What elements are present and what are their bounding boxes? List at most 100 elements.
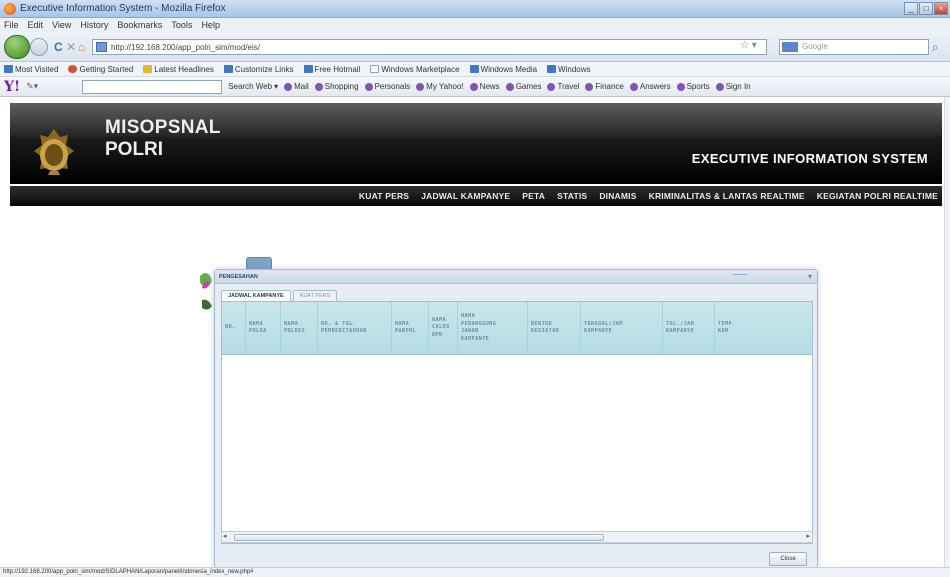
nav-dinamis[interactable]: DINAMIS [599, 191, 636, 201]
bookmark-customize-links[interactable]: Customize Links [223, 65, 294, 74]
nav-statis[interactable]: STATIS [557, 191, 587, 201]
tab-kuat-pers[interactable]: KUAT PERS [292, 290, 338, 301]
app-header: MISOPSNAL POLRI EXECUTIVE INFORMATION SY… [10, 103, 942, 184]
link-icon [303, 65, 313, 73]
scrollbar-thumb[interactable] [234, 534, 604, 541]
app-name-line2: POLRI [105, 139, 164, 160]
column-header-bentuk-kegiatan[interactable]: BENTUK KEGIATAN [528, 302, 581, 354]
status-bar: http://192.168.200/app_polri_sim/mod/SID… [0, 567, 950, 577]
bookmark-windows[interactable]: Windows [547, 65, 591, 74]
nav-jadwal-kampanye[interactable]: JADWAL KAMPANYE [421, 191, 510, 201]
column-header-nama-caleg-dpd[interactable]: NAMA CALEG DPD [429, 302, 458, 354]
search-input[interactable]: Google [779, 39, 929, 55]
yahoo-link-games[interactable]: Games [505, 82, 541, 91]
yahoo-link-finance[interactable]: Finance [585, 82, 624, 91]
firefox-bookmark-icon [68, 65, 78, 73]
answers-icon [629, 82, 638, 91]
menu-tools[interactable]: Tools [171, 20, 192, 30]
yahoo-search-input[interactable] [82, 79, 223, 94]
yahoo-link-my-yahoo[interactable]: My Yahoo! [416, 82, 464, 91]
finance-icon [585, 82, 594, 91]
bookmark-most-visited[interactable]: Most Visited [4, 65, 58, 74]
bookmark-getting-started[interactable]: Getting Started [68, 65, 133, 74]
stop-icon[interactable]: ✕ [66, 41, 76, 53]
reload-icon[interactable]: C [54, 41, 63, 53]
yahoo-link-shopping[interactable]: Shopping [314, 82, 359, 91]
page-icon [370, 65, 380, 73]
yahoo-search-web[interactable]: Search Web ▾ [228, 82, 278, 91]
bookmark-latest-headlines[interactable]: Latest Headlines [143, 65, 214, 74]
menu-help[interactable]: Help [201, 20, 220, 30]
minimize-button[interactable]: _ [904, 2, 918, 15]
scroll-left-icon[interactable]: ◂ [223, 532, 227, 540]
bookmark-windows-media[interactable]: Windows Media [469, 65, 537, 74]
google-engine-icon[interactable] [782, 42, 798, 52]
menu-view[interactable]: View [52, 20, 71, 30]
personals-icon [364, 82, 373, 91]
sports-icon [676, 82, 685, 91]
yahoo-logo[interactable]: Y! [4, 79, 20, 95]
menu-bar: File Edit View History Bookmarks Tools H… [0, 18, 950, 32]
column-header-tempat-kampanye[interactable]: TEMP KAM [715, 302, 745, 354]
yahoo-link-travel[interactable]: Travel [547, 82, 579, 91]
close-window-button[interactable]: × [934, 2, 948, 15]
column-header-nama-parpol[interactable]: NAMA PARPOL [392, 302, 429, 354]
menu-bookmarks[interactable]: Bookmarks [117, 20, 162, 30]
url-bar[interactable]: http://192.168.200/app_polri_sim/mod/eis… [92, 39, 767, 55]
yahoo-toolbar: Y! ✎▾ Search Web ▾ Mail Shopping Persona… [0, 77, 950, 97]
column-header-tanggal-jam-kampanye[interactable]: TANGGAL/JAM KAMPANYE [581, 302, 663, 354]
polri-emblem-icon [34, 129, 74, 175]
bookmark-folder-icon [4, 65, 13, 73]
column-header-nama-penanggung-jawab[interactable]: NAMA PENANGGUNG JAWAB KAMPANYE [458, 302, 528, 354]
panel-handle[interactable] [246, 257, 272, 269]
rss-icon [143, 65, 153, 73]
nav-peta[interactable]: PETA [522, 191, 545, 201]
yahoo-link-news[interactable]: News [469, 82, 500, 91]
page-scrollbar[interactable] [944, 97, 950, 567]
menu-history[interactable]: History [80, 20, 108, 30]
yahoo-link-personals[interactable]: Personals [364, 82, 410, 91]
bookmarks-toolbar: Most Visited Getting Started Latest Head… [0, 62, 950, 77]
dialog-minimize-button[interactable] [733, 274, 747, 278]
games-icon [505, 82, 514, 91]
tab-jadwal-kampanye[interactable]: JADWAL KAMPANYE [221, 290, 291, 301]
grid-header: NO. NAMA POLDA NAMA POLRES NO. & TGL. PE… [222, 302, 812, 355]
close-button[interactable]: Close [769, 552, 807, 566]
url-text: http://192.168.200/app_polri_sim/mod/eis… [111, 42, 260, 52]
search-go-icon[interactable]: ⌕ [932, 40, 939, 55]
bookmark-windows-marketplace[interactable]: Windows Marketplace [370, 65, 460, 74]
maximize-button[interactable]: □ [919, 2, 933, 15]
link-icon [547, 65, 557, 73]
column-header-no-tgl-pemberitahuan[interactable]: NO. & TGL. PEMBERITAHUAN [318, 302, 392, 354]
firefox-icon [4, 2, 16, 15]
grid-horizontal-scrollbar[interactable]: ◂ ▸ [221, 531, 813, 543]
column-header-nama-polres[interactable]: NAMA POLRES [281, 302, 318, 354]
back-button[interactable] [4, 35, 30, 59]
bookmark-free-hotmail[interactable]: Free Hotmail [303, 65, 360, 74]
nav-kuat-pers[interactable]: KUAT PERS [359, 191, 409, 201]
shopping-icon [314, 82, 323, 91]
travel-icon [547, 82, 556, 91]
bookmark-star-icon[interactable]: ☆ ▾ [740, 40, 757, 51]
forward-button[interactable] [30, 38, 48, 56]
menu-file[interactable]: File [4, 20, 19, 30]
yahoo-link-sign-in[interactable]: Sign In [715, 82, 751, 91]
dialog-collapse-icon[interactable]: ▾ [808, 272, 812, 281]
yahoo-link-answers[interactable]: Answers [629, 82, 671, 91]
nav-kegiatan-polri-realtime[interactable]: KEGIATAN POLRI REALTIME [817, 191, 938, 201]
dialog-tabs: JADWAL KAMPANYE KUAT PERS [221, 290, 338, 301]
column-header-nama-polda[interactable]: NAMA POLDA [246, 302, 281, 354]
page-icon [96, 42, 107, 52]
pencil-icon[interactable]: ✎▾ [26, 81, 38, 92]
grid-panel: NO. NAMA POLDA NAMA POLRES NO. & TGL. PE… [221, 301, 813, 544]
column-header-tgl-jam-kampanye[interactable]: TGL./JAM KAMPANYE [663, 302, 715, 354]
search-placeholder: Google [802, 42, 828, 51]
nav-kriminalitas-lantas-realtime[interactable]: KRIMINALITAS & LANTAS REALTIME [649, 191, 805, 201]
home-icon[interactable]: ⌂ [78, 41, 85, 53]
news-icon [469, 82, 478, 91]
menu-edit[interactable]: Edit [28, 20, 44, 30]
yahoo-link-sports[interactable]: Sports [676, 82, 710, 91]
yahoo-link-mail[interactable]: Mail [284, 82, 309, 91]
column-header-no[interactable]: NO. [222, 302, 246, 354]
scroll-right-icon[interactable]: ▸ [806, 532, 810, 540]
